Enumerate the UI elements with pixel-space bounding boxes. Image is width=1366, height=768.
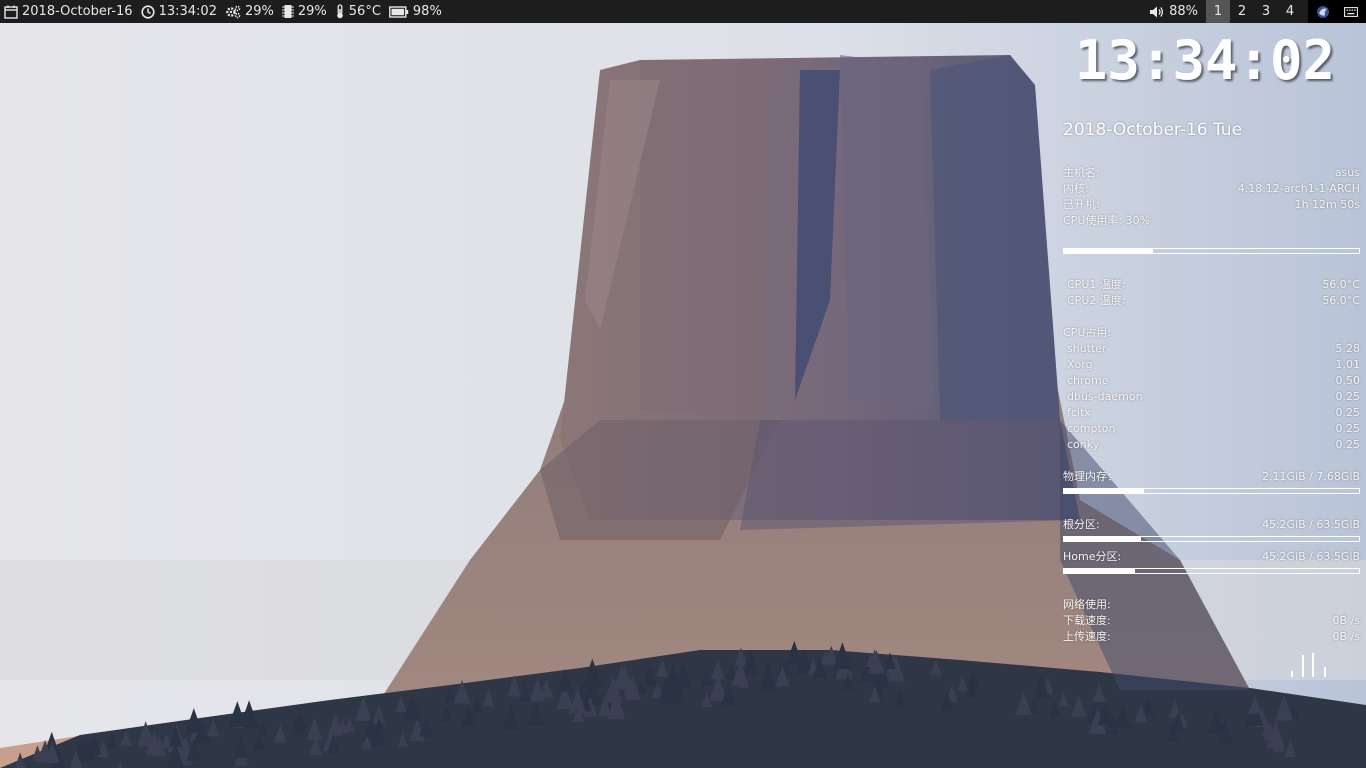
battery-icon — [389, 5, 409, 18]
process-name: Xorg — [1067, 358, 1093, 371]
time-text: 13:34:02 — [158, 4, 217, 19]
date-widget[interactable]: 2018-October-16 — [4, 0, 133, 23]
process-row: fcitx 0.25 — [1063, 405, 1360, 421]
process-name: fcitx — [1067, 406, 1091, 419]
conky-date: 2018-October-16 Tue — [1063, 120, 1243, 140]
speaker-icon — [1150, 6, 1164, 17]
memory-row: 物理内存： 2.11GiB / 7.68GiB — [1063, 469, 1360, 485]
process-row: conky 0.25 — [1063, 437, 1360, 453]
download-value: 0B /s — [1332, 614, 1360, 627]
root-partition-label: 根分区: — [1063, 518, 1100, 531]
process-name: conky — [1067, 438, 1100, 451]
home-partition-label: Home分区: — [1063, 550, 1122, 563]
hostname-value: asus — [1334, 166, 1360, 179]
network-graph — [1291, 653, 1326, 677]
process-row: Xorg 1.01 — [1063, 357, 1360, 373]
cpu-text: 29% — [244, 4, 274, 19]
kernel-value: 4.18.12-arch1-1-ARCH — [1237, 182, 1360, 195]
battery-widget[interactable]: 98% — [389, 0, 442, 23]
uptime-row: 已开机: 1h 12m 50s — [1063, 197, 1360, 213]
memory-widget[interactable]: 29% — [281, 0, 327, 23]
root-partition-bar-fill — [1064, 537, 1141, 541]
root-partition-row: 根分区: 45.2GiB / 63.5GiB — [1063, 517, 1360, 533]
date-text: 2018-October-16 — [22, 4, 133, 19]
thermometer-icon — [336, 4, 343, 19]
process-value: 0.25 — [1335, 390, 1361, 403]
memory-bar-fill — [1064, 489, 1144, 493]
process-value: 0.50 — [1335, 374, 1361, 387]
conky-clock: 13:34:02 — [1074, 29, 1335, 92]
cpu2-temp-value: 56.0°C — [1322, 294, 1360, 307]
process-value: 5.28 — [1335, 342, 1361, 355]
process-header-row: CPU占用: — [1063, 325, 1360, 341]
cpu-usage-bar-fill — [1064, 249, 1153, 253]
cpu2-temp-row: CPU2 温度: 56.0°C — [1063, 293, 1360, 309]
home-partition-bar-fill — [1064, 569, 1135, 573]
process-row: shutter 5.28 — [1063, 341, 1360, 357]
upload-label: 上传速度: — [1063, 630, 1111, 643]
hostname-label: 主机名: — [1063, 166, 1100, 179]
temperature-widget[interactable]: 56°C — [335, 0, 381, 23]
cpu-usage-bar — [1063, 248, 1360, 254]
process-row: chrome 0.50 — [1063, 373, 1360, 389]
workspace-1-button[interactable]: 1 — [1206, 0, 1230, 23]
workspace-2-button[interactable]: 2 — [1230, 0, 1254, 23]
app-tray-icon[interactable] — [1316, 5, 1330, 19]
home-partition-bar — [1063, 568, 1360, 574]
cpu1-temp-value: 56.0°C — [1322, 278, 1360, 291]
uptime-value: 1h 12m 50s — [1294, 198, 1360, 211]
process-row: dbus-daemon 0.25 — [1063, 389, 1360, 405]
network-header: 网络使用: — [1063, 598, 1111, 611]
process-name: shutter — [1067, 342, 1107, 355]
download-label: 下载速度: — [1063, 614, 1111, 627]
process-value: 1.01 — [1335, 358, 1361, 371]
process-header: CPU占用: — [1063, 326, 1112, 339]
process-name: compton — [1067, 422, 1116, 435]
download-row: 下载速度: 0B /s — [1063, 613, 1360, 629]
kernel-label: 内核: — [1063, 182, 1089, 195]
memory-text: 29% — [297, 4, 327, 19]
memory-chip-icon — [281, 5, 294, 18]
memory-bar — [1063, 488, 1360, 494]
cpu2-temp-label: CPU2 温度: — [1067, 294, 1126, 307]
temperature-text: 56°C — [348, 4, 381, 19]
gears-icon — [226, 5, 241, 18]
home-partition-value: 45.2GiB / 63.5GiB — [1262, 550, 1360, 563]
workspace-3-button[interactable]: 3 — [1254, 0, 1278, 23]
cpu-widget[interactable]: 29% — [225, 0, 274, 23]
top-panel: 2018-October-16 13:34:02 29% 29% 56°C 98… — [0, 0, 1366, 23]
upload-value: 0B /s — [1332, 630, 1360, 643]
cpu-usage-row: CPU使用率: 30% — [1063, 213, 1360, 229]
keyboard-icon[interactable] — [1344, 6, 1358, 17]
process-value: 0.25 — [1335, 438, 1361, 451]
home-partition-row: Home分区: 45.2GiB / 63.5GiB — [1063, 549, 1360, 565]
system-tray — [1308, 0, 1366, 23]
clock-widget[interactable]: 13:34:02 — [140, 0, 217, 23]
volume-widget[interactable]: 88% — [1149, 0, 1198, 23]
workspace-4-button[interactable]: 4 — [1278, 0, 1302, 23]
process-name: chrome — [1067, 374, 1109, 387]
cpu-usage-label: CPU使用率: 30% — [1063, 214, 1151, 227]
upload-row: 上传速度: 0B /s — [1063, 629, 1360, 645]
hostname-row: 主机名: asus — [1063, 165, 1360, 181]
process-value: 0.25 — [1335, 422, 1361, 435]
kernel-row: 内核: 4.18.12-arch1-1-ARCH — [1063, 181, 1360, 197]
uptime-label: 已开机: — [1063, 198, 1100, 211]
cpu1-temp-label: CPU1 温度: — [1067, 278, 1126, 291]
battery-text: 98% — [412, 4, 442, 19]
clock-icon — [140, 4, 155, 19]
process-name: dbus-daemon — [1067, 390, 1143, 403]
process-row: compton 0.25 — [1063, 421, 1360, 437]
calendar-icon — [4, 5, 18, 19]
cpu1-temp-row: CPU1 温度: 56.0°C — [1063, 277, 1360, 293]
memory-label: 物理内存： — [1063, 470, 1118, 483]
memory-value: 2.11GiB / 7.68GiB — [1262, 470, 1360, 483]
root-partition-value: 45.2GiB / 63.5GiB — [1262, 518, 1360, 531]
volume-text: 88% — [1169, 4, 1198, 19]
process-value: 0.25 — [1335, 406, 1361, 419]
network-header-row: 网络使用: — [1063, 597, 1360, 613]
root-partition-bar — [1063, 536, 1360, 542]
